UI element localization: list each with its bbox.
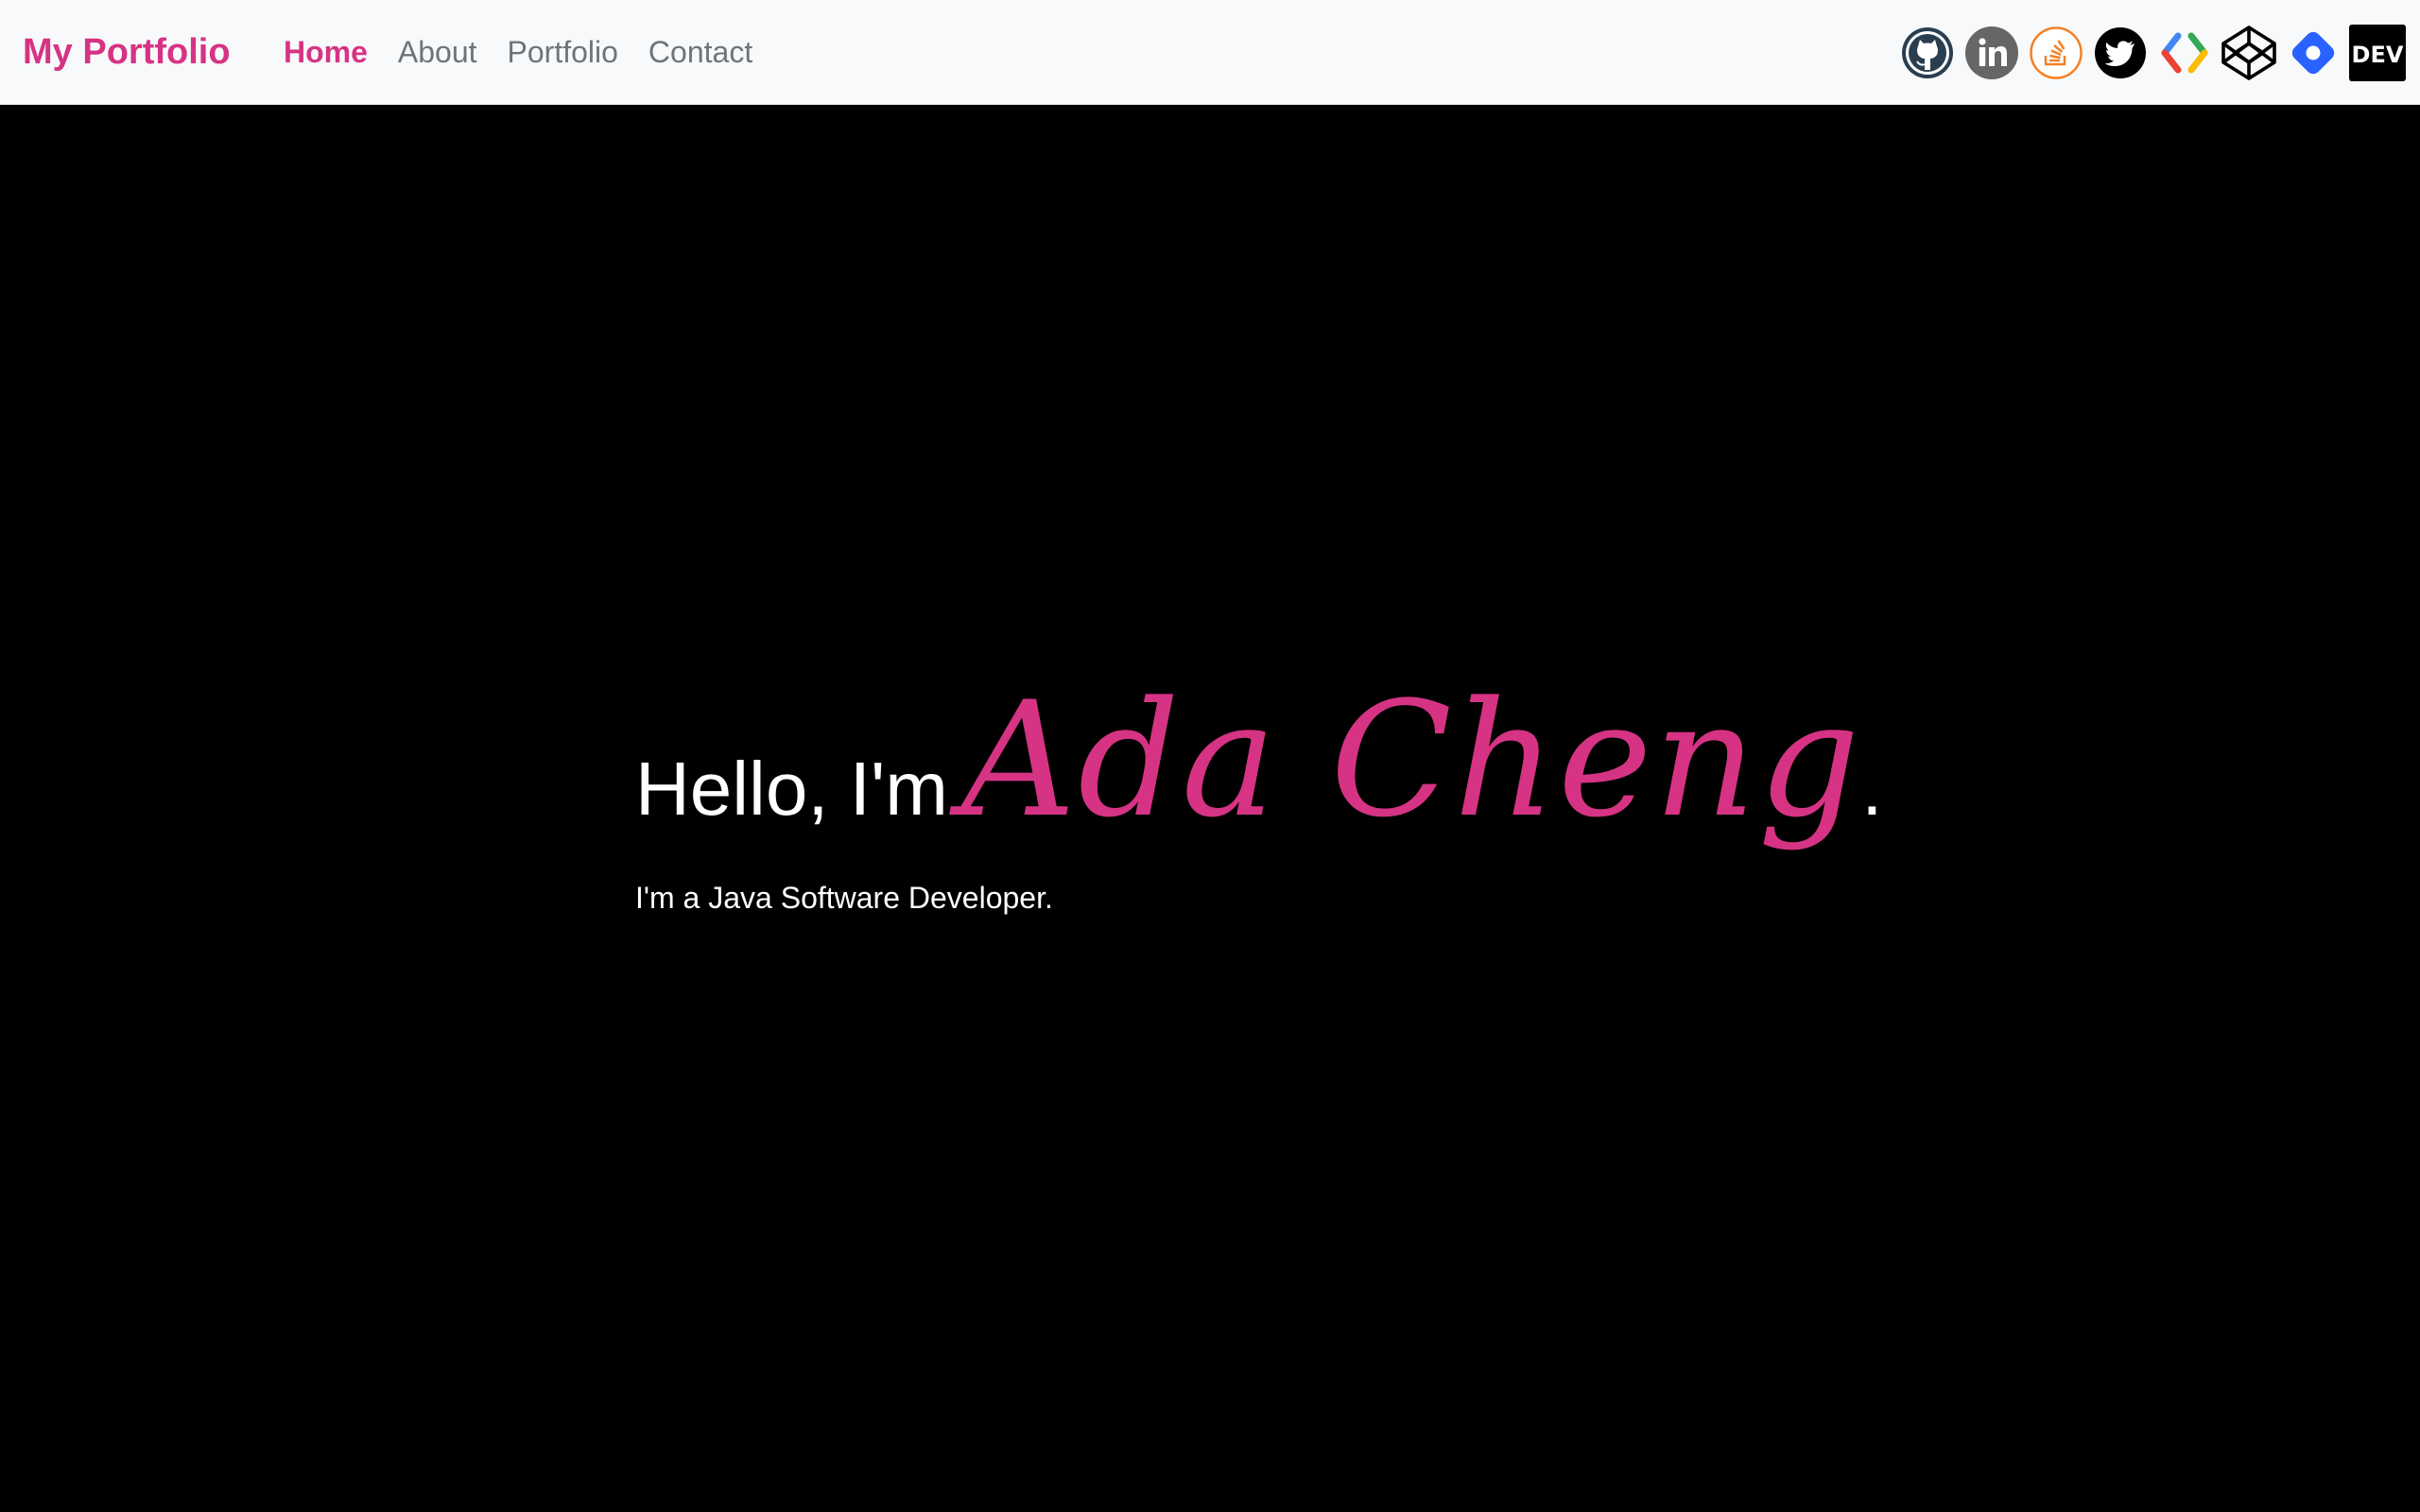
hero-name: Ada Cheng xyxy=(960,667,1862,852)
github-icon[interactable] xyxy=(1898,24,1957,82)
hero-greeting: Hello, I'm xyxy=(635,747,948,831)
nav-link-contact[interactable]: Contact xyxy=(633,35,768,70)
jsfiddle-icon[interactable] xyxy=(2284,24,2342,82)
nav-link-about[interactable]: About xyxy=(383,35,493,70)
navbar: My Portfolio Home About Portfolio Contac… xyxy=(0,0,2420,105)
hero-heading: Hello, I'mAda Cheng. xyxy=(635,680,1959,839)
linkedin-icon[interactable] xyxy=(1962,24,2021,82)
codepen-icon[interactable] xyxy=(2220,24,2278,82)
social-links: DEV xyxy=(1898,24,2407,82)
google-developers-icon[interactable] xyxy=(2155,24,2214,82)
nav-links: Home About Portfolio Contact xyxy=(268,0,768,105)
stackoverflow-icon[interactable] xyxy=(2027,24,2085,82)
hero-section: Hello, I'mAda Cheng. I'm a Java Software… xyxy=(635,680,1959,916)
hero-subtitle: I'm a Java Software Developer. xyxy=(635,881,1053,915)
dev-icon[interactable]: DEV xyxy=(2348,24,2407,82)
svg-text:DEV: DEV xyxy=(2352,42,2404,68)
nav-link-portfolio[interactable]: Portfolio xyxy=(493,35,633,70)
brand-link[interactable]: My Portfolio xyxy=(23,0,231,105)
hero-punctuation: . xyxy=(1861,747,1883,831)
twitter-icon[interactable] xyxy=(2091,24,2150,82)
nav-link-home[interactable]: Home xyxy=(268,35,383,70)
